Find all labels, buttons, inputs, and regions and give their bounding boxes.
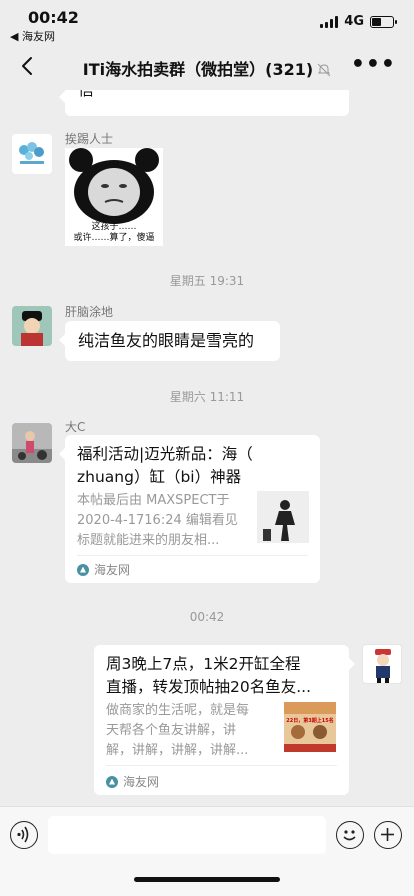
sender-name: 大C <box>65 420 86 434</box>
link-desc-line1: 本帖最后由 MAXSPECT于 <box>77 493 230 508</box>
link-thumbnail: 22日，第3期上15名 <box>284 702 336 752</box>
link-desc-line2: 天帮各个鱼友讲解，讲 <box>106 723 237 738</box>
message-text: 信 <box>78 90 94 102</box>
source-app-icon <box>77 563 89 576</box>
avatar-character-icon <box>12 306 52 346</box>
avatar[interactable] <box>12 423 52 463</box>
voice-input-button[interactable] <box>10 821 38 849</box>
signal-icon <box>320 15 339 28</box>
input-bar <box>0 806 414 896</box>
source-app-icon <box>106 775 118 788</box>
timestamp: 星期五 19:31 <box>169 274 245 288</box>
chat-header: ITi海水拍卖群（微拍堂）(321) ••• <box>0 44 414 90</box>
status-indicators: 4G <box>320 14 397 29</box>
emoji-button[interactable] <box>336 821 364 849</box>
status-bar: 00:42 ◀ 海友网 4G <box>0 0 414 44</box>
chat-title: ITi海水拍卖群（微拍堂）(321) <box>60 56 354 80</box>
link-card[interactable]: 周3晚上7点，1米2开缸全程 直播，转发顶帖抽20名鱼友... 做商家的生活呢，… <box>94 645 355 795</box>
sender-name: 肝脑涂地 <box>65 305 114 319</box>
link-title-line1: 福利活动|迈光新品：海（ <box>77 445 253 463</box>
mute-icon <box>317 63 331 77</box>
link-desc-line1: 做商家的生活呢，就是每 <box>106 703 250 718</box>
link-desc-line3: 解，讲解，讲解，讲解... <box>106 743 249 758</box>
panda-meme-icon <box>65 148 163 224</box>
voice-icon <box>17 826 29 843</box>
avatar-photo-icon <box>12 423 52 463</box>
link-title-line2: 直播，转发顶帖抽20名鱼友... <box>106 678 312 696</box>
smiley-icon <box>343 830 356 841</box>
avatar-logo-icon <box>12 134 52 174</box>
back-chevron-icon[interactable] <box>16 54 40 78</box>
avatar[interactable] <box>12 134 52 174</box>
back-to-app-link[interactable]: ◀ 海友网 <box>10 28 55 44</box>
link-thumbnail <box>257 491 309 543</box>
thumbnail-text: 22日，第3期上15名 <box>286 718 334 724</box>
avatar[interactable] <box>362 644 402 684</box>
more-options-icon[interactable]: ••• <box>351 54 396 76</box>
message-bubble-partial[interactable]: 信 <box>59 90 349 116</box>
thumbnail-photo-icon <box>284 702 336 752</box>
link-title-line2: zhuang）缸（bi）神器 <box>77 468 242 486</box>
message-input[interactable] <box>48 816 326 854</box>
divider <box>106 765 337 766</box>
network-type: 4G <box>344 14 364 29</box>
sticker-caption-1: 这孩子…… <box>91 222 137 232</box>
sticker-image[interactable]: 这孩子…… 或许……算了，傻逼 <box>65 148 163 246</box>
timestamp: 00:42 <box>189 610 225 624</box>
source-name: 海友网 <box>123 775 160 789</box>
link-desc-line3: 标题就能进来的朋友相... <box>77 533 220 548</box>
battery-icon <box>370 15 397 28</box>
home-indicator[interactable] <box>134 877 280 882</box>
link-desc-line2: 2020-4-1716:24 编辑看见 <box>77 513 238 528</box>
sender-name: 挨踢人士 <box>65 132 114 146</box>
status-time: 00:42 <box>28 8 79 27</box>
link-card[interactable]: 福利活动|迈光新品：海（ zhuang）缸（bi）神器 本帖最后由 MAXSPE… <box>59 435 320 583</box>
link-source: 海友网 <box>77 561 130 578</box>
timestamp: 星期六 11:11 <box>169 390 245 404</box>
message-text: 纯洁鱼友的眼睛是雪亮的 <box>78 331 255 350</box>
source-name: 海友网 <box>94 563 131 577</box>
avatar-cartoon-icon <box>363 645 401 683</box>
more-actions-button[interactable] <box>374 821 402 849</box>
link-source: 海友网 <box>106 773 159 790</box>
chat-title-text: ITi海水拍卖群（微拍堂）(321) <box>82 60 314 79</box>
sticker-caption-2: 或许……算了，傻逼 <box>73 233 155 243</box>
message-bubble[interactable]: 纯洁鱼友的眼睛是雪亮的 <box>59 321 280 361</box>
divider <box>77 555 308 556</box>
avatar[interactable] <box>12 306 52 346</box>
message-list[interactable]: 信 挨踢人士 这孩子…… 或许……算了，傻逼 星期五 19:31 <box>0 90 414 806</box>
plus-icon <box>381 828 394 841</box>
link-title-line1: 周3晚上7点，1米2开缸全程 <box>106 655 301 673</box>
